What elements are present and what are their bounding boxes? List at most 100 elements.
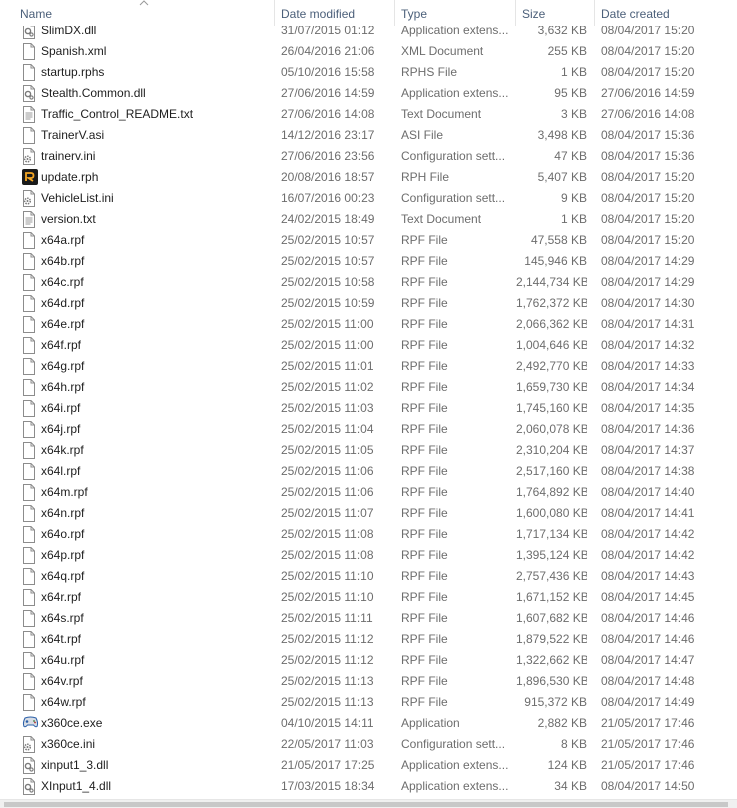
file-date-created: 08/04/2017 14:34	[601, 380, 695, 394]
table-row[interactable]: x64q.rpf 25/02/2015 11:10 RPF File 2,757,43…	[0, 566, 737, 587]
table-row[interactable]: x64p.rpf 25/02/2015 11:08 RPF File 1,395,12…	[0, 545, 737, 566]
file-icon	[22, 694, 36, 711]
table-row[interactable]: x64u.rpf 25/02/2015 11:12 RPF File 1,322,66…	[0, 650, 737, 671]
file-type: RPF File	[401, 611, 448, 625]
table-row[interactable]: x64g.rpf 25/02/2015 11:01 RPF File 2,492,77…	[0, 356, 737, 377]
table-row[interactable]: Stealth.Common.dll 27/06/2016 14:59 Applic…	[0, 83, 737, 104]
file-date-modified: 25/02/2015 11:10	[281, 569, 374, 583]
table-row[interactable]: Traffic_Control_README.txt 27/06/2016 14:…	[0, 104, 737, 125]
table-row[interactable]: x64b.rpf 25/02/2015 10:57 RPF File 145,946 …	[0, 251, 737, 272]
table-row[interactable]: x64m.rpf 25/02/2015 11:06 RPF File 1,764,89…	[0, 482, 737, 503]
file-date-created: 08/04/2017 15:20	[601, 233, 695, 247]
file-size: 95 KB	[554, 86, 587, 100]
table-row[interactable]: x64j.rpf 25/02/2015 11:04 RPF File 2,060,07…	[0, 419, 737, 440]
file-type: RPF File	[401, 317, 448, 331]
file-size: 2,492,770 KB	[516, 359, 587, 373]
file-date-created: 08/04/2017 14:31	[601, 317, 695, 331]
file-name: update.rph	[41, 170, 99, 184]
column-header-name[interactable]: Name	[14, 0, 274, 26]
file-type: RPF File	[401, 485, 448, 499]
file-date-modified: 17/03/2015 18:34	[281, 779, 375, 793]
file-type: RPF File	[401, 233, 448, 247]
table-row[interactable]: startup.rphs 05/10/2016 15:58 RPHS File 1 K…	[0, 62, 737, 83]
table-row[interactable]: x64c.rpf 25/02/2015 10:58 RPF File 2,144,73…	[0, 272, 737, 293]
file-date-created: 08/04/2017 14:45	[601, 590, 695, 604]
file-name: x64p.rpf	[41, 548, 85, 562]
file-date-modified: 27/06/2016 14:59	[281, 86, 375, 100]
table-row[interactable]: TrainerV.asi 14/12/2016 23:17 ASI File 3,49…	[0, 125, 737, 146]
table-row[interactable]: x360ce.ini 22/05/2017 11:03 Configuration …	[0, 734, 737, 755]
file-type: RPF File	[401, 695, 448, 709]
file-icon	[22, 43, 36, 60]
table-row[interactable]: xinput1_3.dll 21/05/2017 17:25 Application…	[0, 755, 737, 776]
dll-icon	[22, 85, 36, 102]
file-name: trainerv.ini	[41, 149, 96, 163]
file-name: Stealth.Common.dll	[41, 86, 146, 100]
file-type: XML Document	[401, 44, 484, 58]
config-file-icon	[22, 190, 36, 207]
table-row[interactable]: x64w.rpf 25/02/2015 11:13 RPF File 915,372 …	[0, 692, 737, 713]
file-name: Spanish.xml	[41, 44, 107, 58]
table-row[interactable]: x64h.rpf 25/02/2015 11:02 RPF File 1,659,73…	[0, 377, 737, 398]
table-row[interactable]: x64i.rpf 25/02/2015 11:03 RPF File 1,745,16…	[0, 398, 737, 419]
column-header-type[interactable]: Type	[395, 0, 515, 26]
file-date-created: 08/04/2017 14:50	[601, 779, 695, 793]
file-name: x64w.rpf	[41, 695, 86, 709]
file-date-modified: 25/02/2015 11:01	[281, 359, 374, 373]
file-date-modified: 25/02/2015 11:00	[281, 338, 374, 352]
table-row[interactable]: update.rph 20/08/2016 18:57 RPH File 5,407 …	[0, 167, 737, 188]
file-date-modified: 21/05/2017 17:25	[281, 758, 375, 772]
config-file-icon	[22, 736, 36, 753]
table-row[interactable]: x64v.rpf 25/02/2015 11:13 RPF File 1,896,53…	[0, 671, 737, 692]
file-name: x64i.rpf	[41, 401, 81, 415]
file-icon	[22, 568, 36, 585]
scrollbar-thumb[interactable]	[4, 802, 728, 807]
table-row[interactable]: x64f.rpf 25/02/2015 11:00 RPF File 1,004,64…	[0, 335, 737, 356]
table-row[interactable]: version.txt 24/02/2015 18:49 Text Document…	[0, 209, 737, 230]
file-size: 1,004,646 KB	[516, 338, 587, 352]
table-row[interactable]: x64d.rpf 25/02/2015 10:59 RPF File 1,762,37…	[0, 293, 737, 314]
file-date-created: 08/04/2017 14:46	[601, 611, 695, 625]
file-date-modified: 25/02/2015 10:58	[281, 275, 375, 289]
table-row[interactable]: x360ce.exe 04/10/2015 14:11 Application 2,8…	[0, 713, 737, 734]
file-type: RPF File	[401, 422, 448, 436]
table-row[interactable]: x64a.rpf 25/02/2015 10:57 RPF File 47,558 K…	[0, 230, 737, 251]
table-row[interactable]: x64l.rpf 25/02/2015 11:06 RPF File 2,517,16…	[0, 461, 737, 482]
file-date-modified: 26/04/2016 21:06	[281, 44, 375, 58]
file-name: x360ce.ini	[41, 737, 96, 751]
table-row[interactable]: trainerv.ini 27/06/2016 23:56 Configuratio…	[0, 146, 737, 167]
file-size: 1,322,662 KB	[516, 653, 587, 667]
table-row[interactable]: x64n.rpf 25/02/2015 11:07 RPF File 1,600,08…	[0, 503, 737, 524]
table-row[interactable]: Spanish.xml 26/04/2016 21:06 XML Document 2…	[0, 41, 737, 62]
table-row[interactable]: x64t.rpf 25/02/2015 11:12 RPF File 1,879,52…	[0, 629, 737, 650]
file-size: 1,717,134 KB	[516, 527, 587, 541]
column-header-date-created[interactable]: Date created	[595, 0, 737, 26]
file-type: Text Document	[401, 107, 482, 121]
file-type: Application extens...	[401, 86, 509, 100]
table-row[interactable]: x64s.rpf 25/02/2015 11:11 RPF File 1,607,68…	[0, 608, 737, 629]
column-header-size[interactable]: Size	[516, 0, 594, 26]
file-date-created: 08/04/2017 15:20	[601, 170, 695, 184]
file-date-modified: 25/02/2015 10:57	[281, 254, 375, 268]
file-date-modified: 22/05/2017 11:03	[281, 737, 374, 751]
column-header-date-modified[interactable]: Date modified	[275, 0, 394, 26]
table-row[interactable]: VehicleList.ini 16/07/2016 00:23 Configura…	[0, 188, 737, 209]
table-row[interactable]: XInput1_4.dll 17/03/2015 18:34 Application…	[0, 776, 737, 797]
file-name: x64h.rpf	[41, 380, 85, 394]
file-icon	[22, 232, 36, 249]
file-icon	[22, 295, 36, 312]
file-type: RPH File	[401, 170, 450, 184]
table-row[interactable]: x64o.rpf 25/02/2015 11:08 RPF File 1,717,13…	[0, 524, 737, 545]
file-size: 34 KB	[554, 779, 587, 793]
file-size: 47,558 KB	[530, 233, 587, 247]
file-date-created: 27/06/2016 14:59	[601, 86, 695, 100]
table-row[interactable]: x64e.rpf 25/02/2015 11:00 RPF File 2,066,36…	[0, 314, 737, 335]
file-date-modified: 25/02/2015 11:12	[281, 632, 374, 646]
table-row[interactable]: x64k.rpf 25/02/2015 11:05 RPF File 2,310,20…	[0, 440, 737, 461]
file-date-created: 08/04/2017 14:40	[601, 485, 695, 499]
column-header-bar: Name Date modified Type Size Date create…	[0, 0, 737, 26]
horizontal-scrollbar[interactable]	[0, 799, 737, 808]
table-row[interactable]: x64r.rpf 25/02/2015 11:10 RPF File 1,671,15…	[0, 587, 737, 608]
file-date-created: 27/06/2016 14:08	[601, 107, 695, 121]
file-date-created: 08/04/2017 14:30	[601, 296, 695, 310]
